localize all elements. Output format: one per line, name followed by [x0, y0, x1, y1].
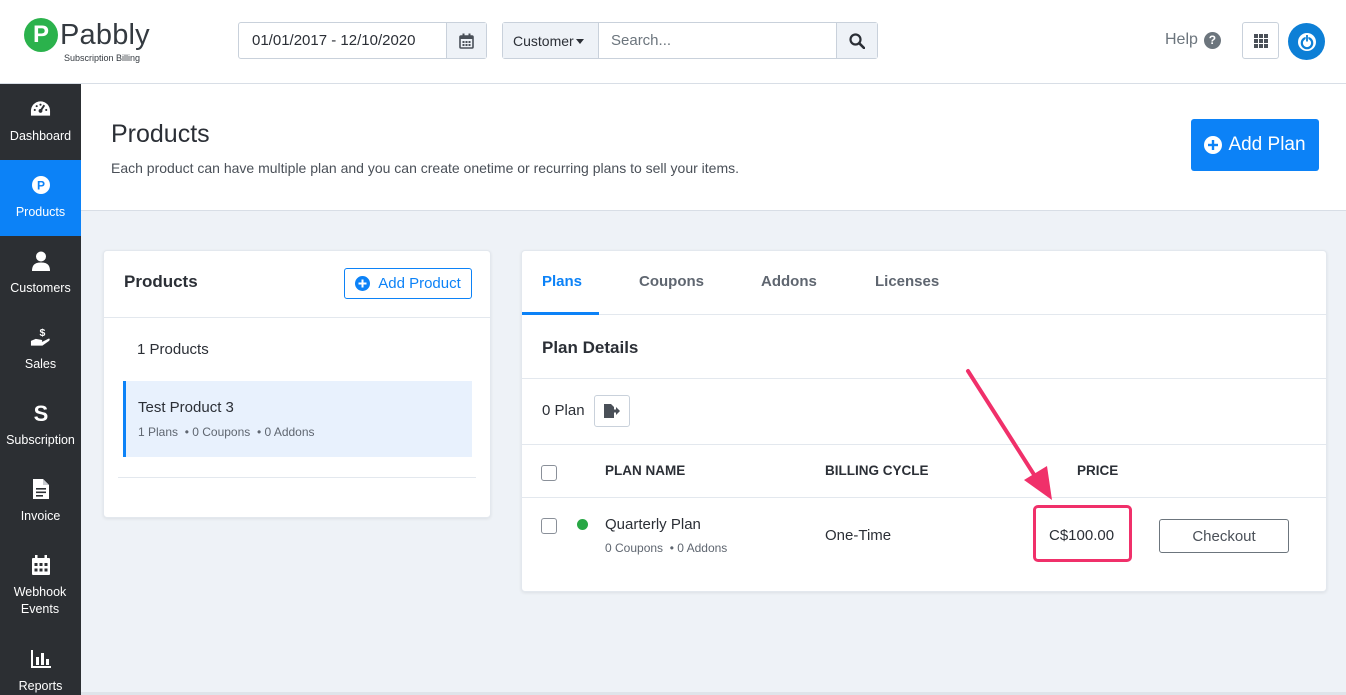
- status-active-dot: [577, 519, 588, 530]
- power-icon: [1297, 32, 1316, 51]
- grid-icon: [1253, 33, 1268, 48]
- export-button[interactable]: [594, 395, 630, 427]
- svg-text:P: P: [36, 178, 44, 192]
- plus-circle-icon: [1204, 136, 1223, 154]
- tab-addons[interactable]: Addons: [761, 273, 817, 290]
- calendar-icon[interactable]: [446, 23, 486, 58]
- date-range-picker[interactable]: 01/01/2017 - 12/10/2020: [238, 22, 487, 59]
- row-checkbox[interactable]: [541, 518, 557, 534]
- sidebar-item-label: Dashboard: [9, 129, 72, 143]
- active-tab-indicator: [522, 312, 599, 315]
- products-count: 1 Products: [137, 341, 209, 358]
- sidebar-item-products[interactable]: P Products: [0, 160, 81, 236]
- divider: [522, 378, 1326, 379]
- dashboard-icon: [30, 98, 51, 119]
- add-product-button[interactable]: Add Product: [344, 268, 472, 299]
- plan-count: 0 Plan: [542, 402, 585, 419]
- sidebar-item-label: Sales: [24, 357, 57, 371]
- sidebar-item-webhook-events[interactable]: Webhook Events: [0, 540, 81, 634]
- search-group: Customer: [502, 22, 878, 59]
- select-all-checkbox[interactable]: [541, 465, 557, 481]
- add-plan-button[interactable]: Add Plan: [1191, 119, 1319, 171]
- add-plan-label: Add Plan: [1228, 134, 1306, 155]
- checkout-button[interactable]: Checkout: [1159, 519, 1289, 553]
- apps-grid-button[interactable]: [1242, 22, 1279, 59]
- plan-name[interactable]: Quarterly Plan: [605, 516, 701, 533]
- reports-icon: [30, 648, 51, 669]
- products-panel-title: Products: [124, 272, 198, 291]
- user-icon: [30, 250, 51, 271]
- calendar-icon: [30, 554, 51, 575]
- sidebar-item-label: Subscription: [6, 433, 75, 447]
- column-header-price: PRICE: [1077, 463, 1119, 478]
- export-file-icon: [604, 404, 620, 418]
- sidebar-item-dashboard[interactable]: Dashboard: [0, 84, 81, 160]
- invoice-icon: [30, 478, 51, 499]
- sidebar: Dashboard P Products Customers $ Sales S…: [0, 84, 81, 695]
- column-header-plan-name: PLAN NAME: [605, 463, 686, 478]
- page-title: Products: [111, 120, 210, 148]
- page-header: Products Each product can have multiple …: [81, 84, 1346, 211]
- account-power-button[interactable]: [1288, 23, 1325, 60]
- page-subtitle: Each product can have multiple plan and …: [111, 160, 740, 176]
- svg-text:S: S: [33, 402, 48, 424]
- price-highlight-box: [1033, 505, 1132, 562]
- help-link[interactable]: Help ?: [1165, 31, 1221, 49]
- plan-details-title: Plan Details: [542, 338, 639, 357]
- sidebar-item-reports[interactable]: Reports: [0, 634, 81, 695]
- plans-panel: Plans Coupons Addons Licenses Plan Detai…: [521, 250, 1327, 592]
- product-list-item[interactable]: Test Product 3 1 Plans • 0 Coupons • 0 A…: [123, 381, 472, 457]
- products-icon: P: [30, 174, 51, 195]
- sidebar-item-label: Webhook Events: [13, 585, 67, 616]
- search-button[interactable]: [836, 23, 877, 58]
- billing-cycle: One-Time: [825, 527, 892, 544]
- product-meta: 1 Plans • 0 Coupons • 0 Addons: [138, 425, 315, 439]
- question-icon: ?: [1203, 31, 1221, 49]
- caret-down-icon: [575, 38, 584, 44]
- divider: [104, 317, 490, 318]
- sidebar-item-label: Customers: [10, 281, 71, 295]
- tab-licenses[interactable]: Licenses: [875, 273, 939, 290]
- subscription-icon: S: [30, 402, 51, 424]
- sidebar-item-label: Invoice: [20, 509, 61, 523]
- logo-subtitle: Subscription Billing: [64, 53, 141, 63]
- divider: [118, 477, 476, 478]
- sidebar-item-label: Products: [15, 205, 66, 219]
- product-name: Test Product 3: [138, 399, 234, 416]
- tab-coupons[interactable]: Coupons: [639, 273, 704, 290]
- search-scope-dropdown[interactable]: Customer: [503, 23, 599, 58]
- divider: [522, 444, 1326, 445]
- search-input[interactable]: [599, 23, 837, 58]
- divider: [522, 497, 1326, 498]
- top-bar: P Pabbly Subscription Billing 01/01/2017…: [0, 0, 1346, 84]
- logo-mark: P: [24, 18, 58, 52]
- sidebar-item-customers[interactable]: Customers: [0, 236, 81, 312]
- search-icon: [849, 32, 865, 49]
- sales-icon: $: [30, 326, 51, 347]
- pabbly-logo[interactable]: P Pabbly Subscription Billing: [24, 16, 154, 66]
- sidebar-item-sales[interactable]: $ Sales: [0, 312, 81, 388]
- sidebar-item-invoice[interactable]: Invoice: [0, 464, 81, 540]
- sidebar-item-subscription[interactable]: S Subscription: [0, 388, 81, 464]
- plan-meta: 0 Coupons • 0 Addons: [605, 541, 728, 555]
- sidebar-item-label: Reports: [18, 679, 63, 693]
- logo-word: Pabbly: [60, 19, 150, 51]
- plus-circle-icon: [355, 276, 371, 291]
- date-range-text: 01/01/2017 - 12/10/2020: [252, 32, 416, 49]
- add-product-label: Add Product: [378, 275, 461, 292]
- help-label: Help: [1165, 31, 1198, 48]
- search-scope-label: Customer: [513, 33, 574, 49]
- products-panel: Products Add Product 1 Products Test Pro…: [103, 250, 491, 518]
- tab-plans[interactable]: Plans: [542, 273, 582, 290]
- svg-text:$: $: [39, 327, 45, 339]
- column-header-billing-cycle: BILLING CYCLE: [825, 463, 929, 478]
- plans-tabs: Plans Coupons Addons Licenses: [522, 251, 1326, 315]
